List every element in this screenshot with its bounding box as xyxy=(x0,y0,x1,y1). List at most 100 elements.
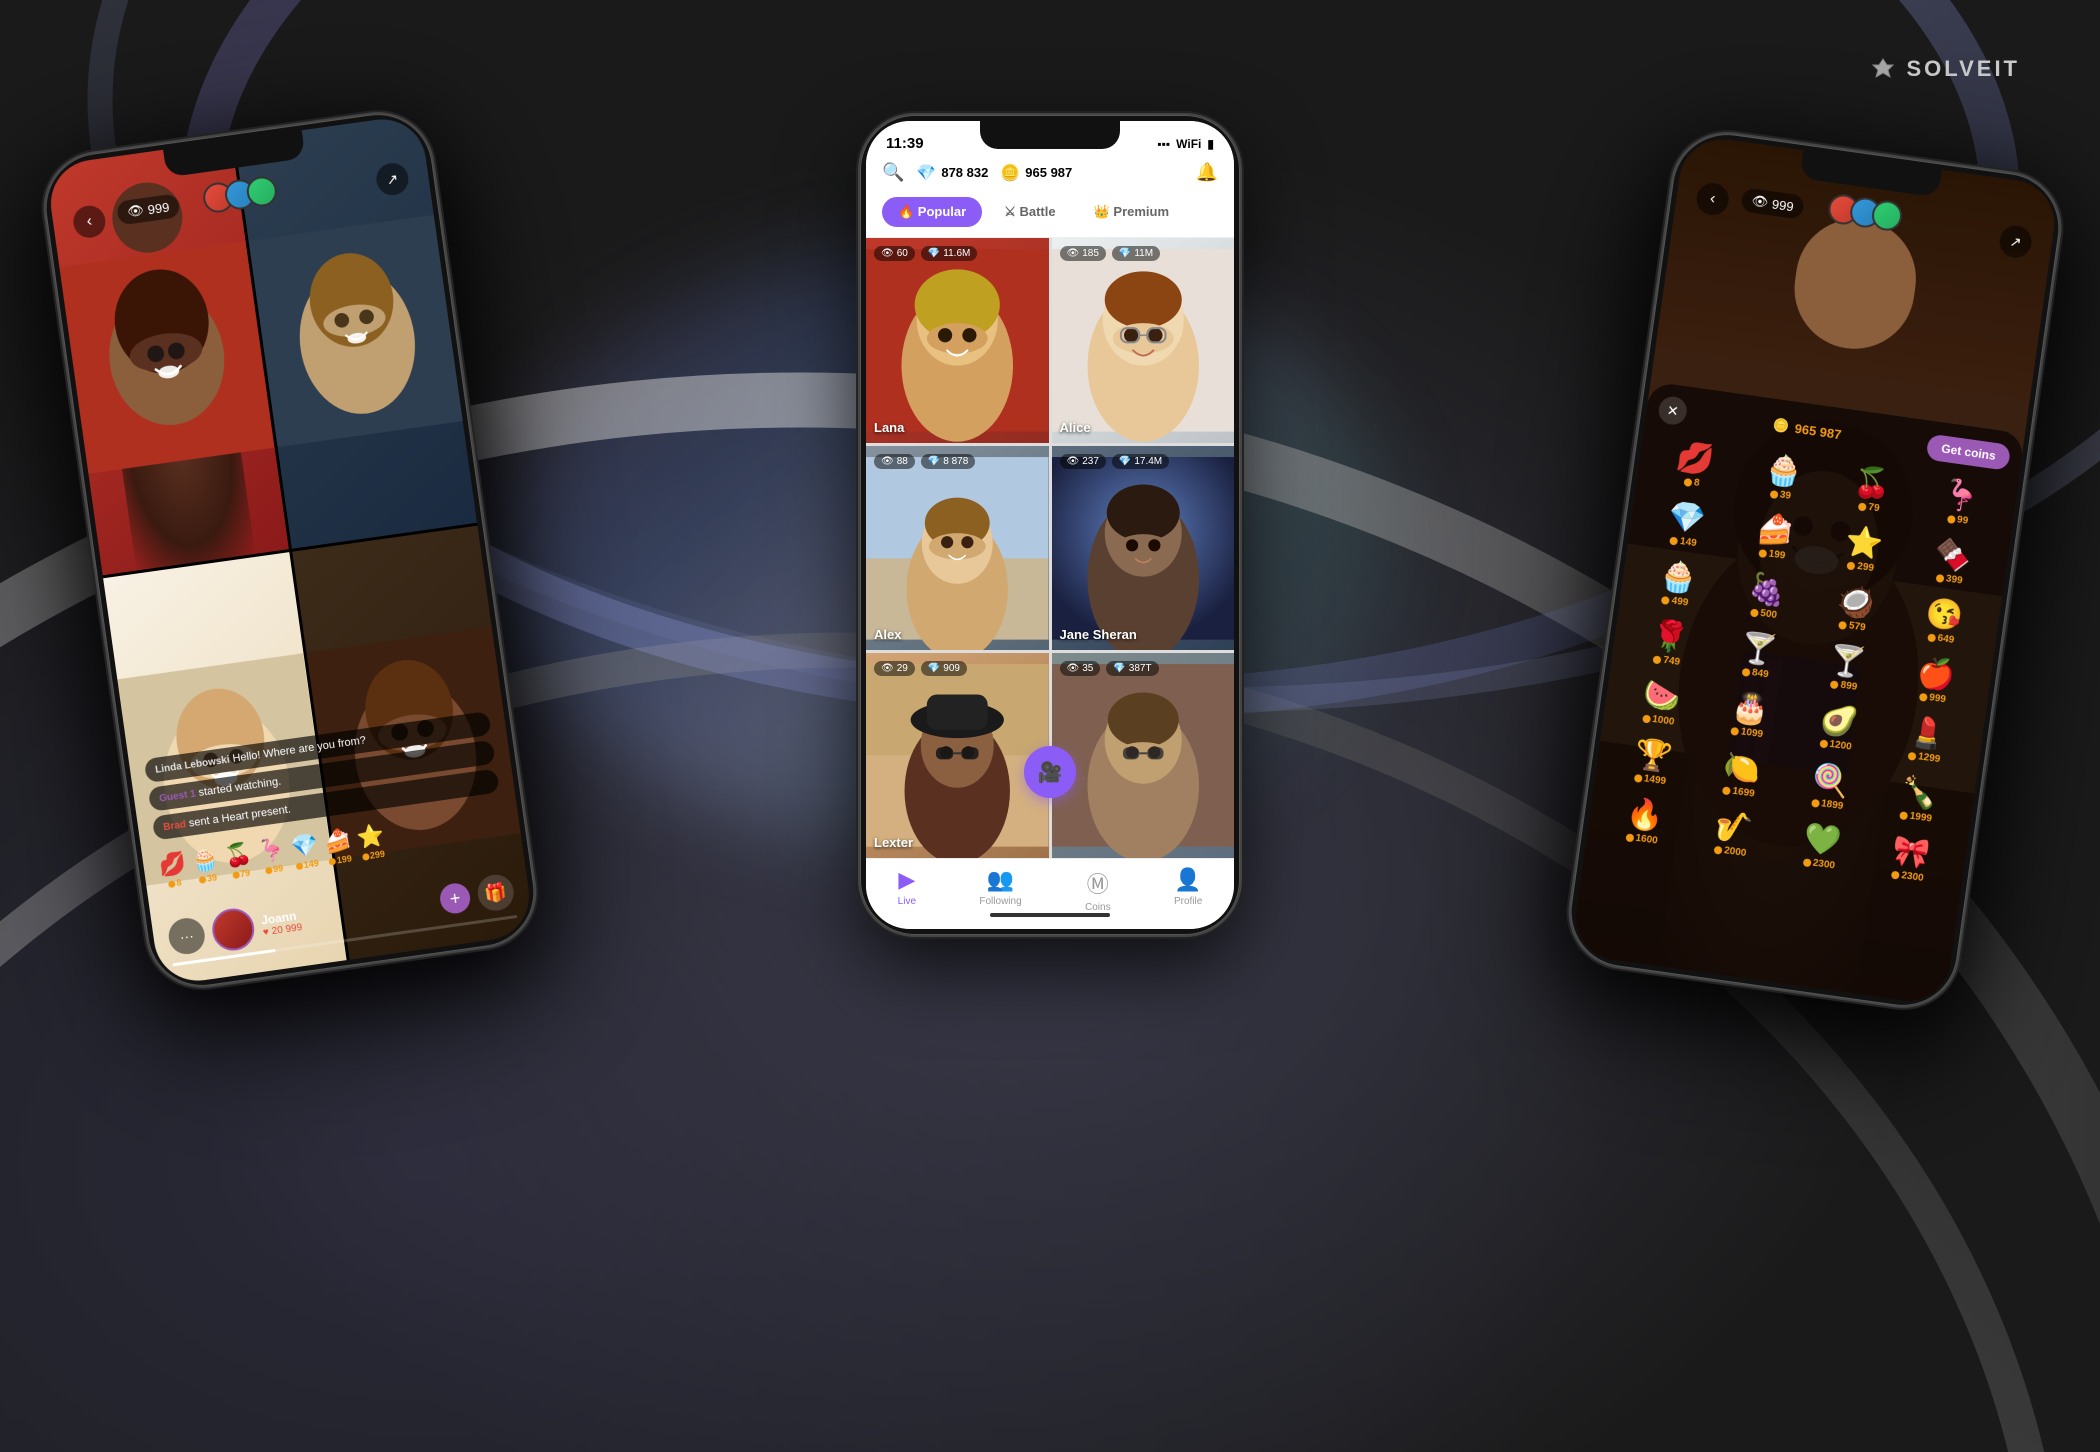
bottom-nav-center: ▶ Live 👥 Following Ⓜ Coins 👤 Profile xyxy=(866,858,1234,929)
search-icon-center[interactable]: 🔍 xyxy=(882,162,904,183)
gift-cell-15[interactable]: 🍸 899 xyxy=(1800,636,1892,703)
tab-battle[interactable]: ⚔ Battle xyxy=(988,197,1071,227)
nav-profile[interactable]: 👤 Profile xyxy=(1174,867,1202,913)
gift-button-left[interactable]: 🎁 xyxy=(475,872,516,913)
gift-cell-5[interactable]: 💎 149 xyxy=(1639,492,1731,559)
gift-item-1[interactable]: 💋 8 xyxy=(157,850,189,890)
gift-cell-25[interactable]: 🔥 1600 xyxy=(1598,789,1690,856)
share-button-left[interactable]: ↗ xyxy=(374,161,410,197)
gems-lana: 11.6M xyxy=(943,248,970,259)
gift-price-r3: 79 xyxy=(1868,502,1881,514)
viewers-badge-6: 👁35 xyxy=(1060,661,1101,676)
gift-emoji-r14: 🍸 xyxy=(1738,632,1779,667)
gift-item-2[interactable]: 🧁 39 xyxy=(190,845,222,885)
gift-item-4[interactable]: 🦩 99 xyxy=(256,836,288,876)
gift-cell-1[interactable]: 💋 8 xyxy=(1648,432,1740,499)
chat-button-left[interactable]: ··· xyxy=(166,916,207,957)
nav-coins[interactable]: Ⓜ Coins xyxy=(1085,867,1111,913)
gift-cell-19[interactable]: 🥑 1200 xyxy=(1792,695,1884,762)
gem-amount: 878 832 xyxy=(941,165,988,180)
back-button-right[interactable]: ‹ xyxy=(1695,181,1731,217)
gift-close-button[interactable]: ✕ xyxy=(1657,395,1689,427)
tab-premium[interactable]: 👑 Premium xyxy=(1078,197,1185,227)
gift-cell-6[interactable]: 🍰 199 xyxy=(1728,504,1820,571)
gift-panel: ✕ 🪙 965 987 Get coins 💋 8 🧁 39 xyxy=(1570,381,2025,1006)
gift-item-5[interactable]: 💎 149 xyxy=(289,831,321,871)
gift-cell-18[interactable]: 🎂 1099 xyxy=(1703,683,1795,750)
profile-label: Profile xyxy=(1174,896,1202,907)
go-live-button[interactable]: 🎥 xyxy=(1024,746,1076,798)
gift-cell-11[interactable]: 🥥 579 xyxy=(1808,576,1900,643)
gift-item-7[interactable]: ⭐ 299 xyxy=(355,822,387,862)
gift-cell-7[interactable]: ⭐ 299 xyxy=(1817,517,1909,584)
nav-live[interactable]: ▶ Live xyxy=(898,867,916,913)
coin-icon-right: 🪙 xyxy=(1772,417,1790,435)
center-header: 🔍 💎 878 832 🪙 965 987 🔔 xyxy=(866,152,1234,191)
viewers-alice: 185 xyxy=(1082,248,1099,259)
back-button-left[interactable]: ‹ xyxy=(71,204,107,240)
stream-card-lexter[interactable]: 👁29 💎909 Lexter xyxy=(866,653,1049,858)
gift-price-r9: 499 xyxy=(1671,595,1689,608)
gift-cell-28[interactable]: 🎀 2300 xyxy=(1864,826,1956,893)
gift-cell-12[interactable]: 😘 649 xyxy=(1897,589,1989,656)
gift-price-6: 199 xyxy=(336,853,352,865)
tab-popular[interactable]: 🔥 Popular xyxy=(882,197,982,227)
gift-emoji-5: 💎 xyxy=(289,831,320,861)
stream-stats-alice: 👁185 💎11M xyxy=(1060,246,1161,261)
profile-icon: 👤 xyxy=(1174,867,1201,893)
gift-item-6[interactable]: 🍰 199 xyxy=(322,826,354,866)
gift-emoji-r1: 💋 xyxy=(1674,442,1715,477)
gift-price-r21: 1499 xyxy=(1643,773,1667,787)
nav-following[interactable]: 👥 Following xyxy=(979,867,1021,913)
stream-card-alex[interactable]: 👁88 💎8 878 Alex xyxy=(866,446,1049,651)
back-icon-right: ‹ xyxy=(1709,190,1717,209)
stream-bg-alice xyxy=(1052,238,1235,443)
chat-text-2: started watching. xyxy=(198,776,282,799)
gift-emoji-r7: ⭐ xyxy=(1843,526,1884,561)
gift-cell-24[interactable]: 🍾 1999 xyxy=(1872,767,1964,834)
stream-card-6[interactable]: 👁35 💎387T xyxy=(1052,653,1235,858)
gift-price-r7: 299 xyxy=(1857,561,1875,574)
gift-cell-2[interactable]: 🧁 39 xyxy=(1736,445,1828,512)
gift-emoji-r4: 🦩 xyxy=(1940,479,1981,514)
gift-cell-14[interactable]: 🍸 849 xyxy=(1711,623,1803,690)
gift-price-r12: 649 xyxy=(1937,633,1955,646)
gift-cell-4[interactable]: 🦩 99 xyxy=(1914,470,2006,537)
gift-price-r8: 399 xyxy=(1945,573,1963,586)
gift-cell-26[interactable]: 🎷 2000 xyxy=(1686,801,1778,868)
stream-name-lexter: Lexter xyxy=(874,835,913,850)
gift-emoji-r22: 🍋 xyxy=(1721,751,1762,786)
bell-icon[interactable]: 🔔 xyxy=(1196,162,1218,183)
share-button-right[interactable]: ↗ xyxy=(1998,224,2034,260)
chat-overlay-left: Linda Lebowski Hello! Where are you from… xyxy=(144,711,501,846)
gift-item-3[interactable]: 🍒 79 xyxy=(223,840,255,880)
gift-cell-10[interactable]: 🍇 500 xyxy=(1720,564,1812,631)
viewers-badge-alex: 👁88 xyxy=(874,454,915,469)
gift-cell-27[interactable]: 💚 2300 xyxy=(1775,814,1867,881)
gift-cell-17[interactable]: 🍉 1000 xyxy=(1614,670,1706,737)
stream-name-alice: Alice xyxy=(1060,420,1091,435)
stream-name-jane: Jane Sheran xyxy=(1060,627,1137,642)
coin-icon-center: 🪙 xyxy=(1000,163,1020,183)
gift-cell-9[interactable]: 🧁 499 xyxy=(1631,551,1723,618)
gift-cell-20[interactable]: 💄 1299 xyxy=(1880,708,1972,775)
gift-cell-23[interactable]: 🍭 1899 xyxy=(1783,754,1875,821)
gift-emoji-r2: 🧁 xyxy=(1763,454,1804,489)
stream-card-lana[interactable]: 👁 60 💎 11.6M Lana xyxy=(866,238,1049,443)
gift-cell-13[interactable]: 🌹 749 xyxy=(1623,611,1715,678)
follow-button-left[interactable]: + xyxy=(438,881,472,915)
gems-6: 387T xyxy=(1129,663,1152,674)
gift-cell-8[interactable]: 🍫 399 xyxy=(1905,529,1997,596)
camera-icon: 🎥 xyxy=(1038,760,1063,785)
stream-card-alice[interactable]: 👁185 💎11M Alice xyxy=(1052,238,1235,443)
gift-emoji-7: ⭐ xyxy=(355,822,386,852)
gift-emoji-r17: 🍉 xyxy=(1641,679,1682,714)
gift-cell-3[interactable]: 🍒 79 xyxy=(1825,457,1917,524)
wave-bar-center xyxy=(990,913,1110,917)
stream-card-jane[interactable]: 👁237 💎17.4M Jane Sheran xyxy=(1052,446,1235,651)
gift-cell-21[interactable]: 🏆 1499 xyxy=(1606,730,1698,797)
gift-cell-22[interactable]: 🍋 1699 xyxy=(1695,742,1787,809)
following-label: Following xyxy=(979,896,1021,907)
gift-cell-16[interactable]: 🍎 999 xyxy=(1889,648,1981,715)
get-coins-button[interactable]: Get coins xyxy=(1926,434,2012,471)
